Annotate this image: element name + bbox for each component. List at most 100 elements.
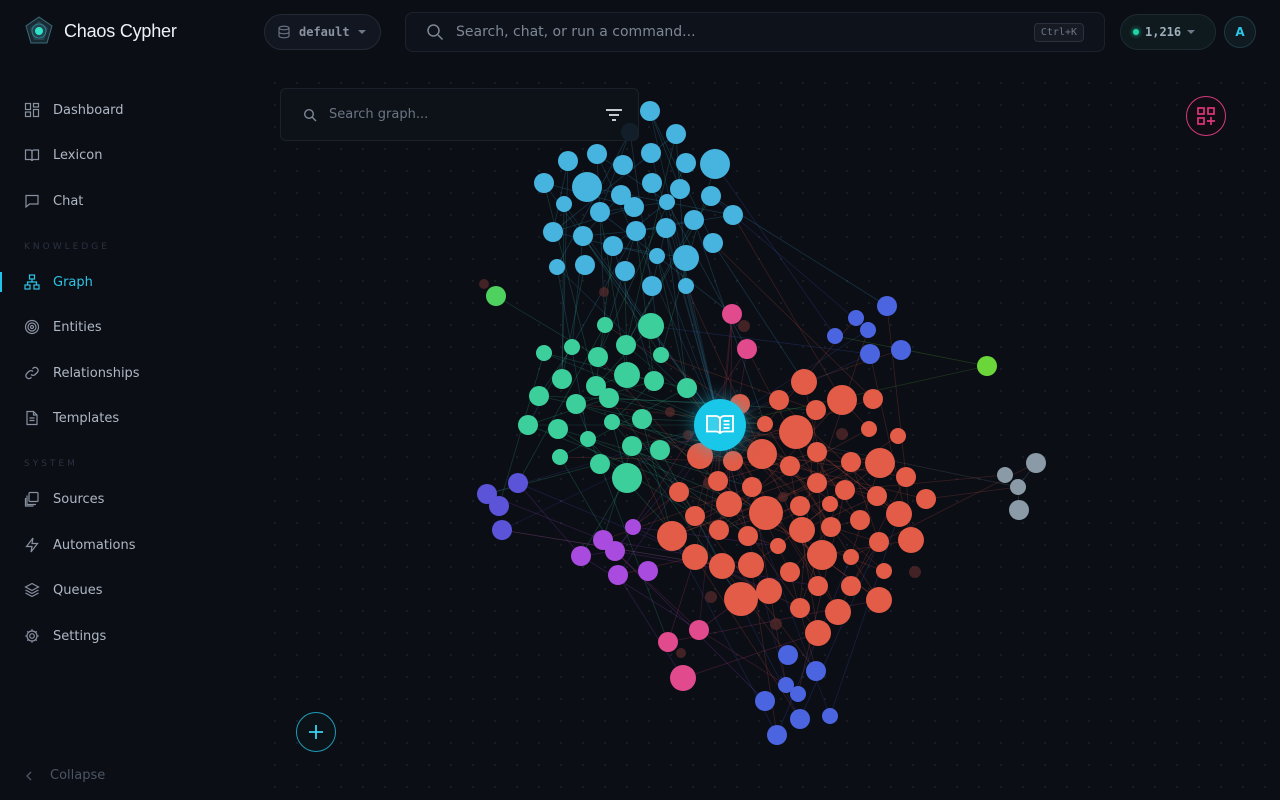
add-node-button[interactable] xyxy=(296,712,336,752)
graph-node[interactable] xyxy=(552,369,572,389)
graph-node[interactable] xyxy=(616,335,636,355)
graph-node[interactable] xyxy=(622,436,642,456)
graph-node[interactable] xyxy=(848,310,864,326)
graph-node[interactable] xyxy=(508,473,528,493)
graph-node[interactable] xyxy=(638,313,664,339)
graph-node[interactable] xyxy=(580,431,596,447)
graph-node[interactable] xyxy=(684,210,704,230)
graph-node[interactable] xyxy=(860,344,880,364)
graph-node[interactable] xyxy=(827,385,857,415)
graph-node[interactable] xyxy=(625,519,641,535)
graph-node[interactable] xyxy=(573,226,593,246)
graph-node[interactable] xyxy=(529,386,549,406)
graph-node[interactable] xyxy=(863,389,883,409)
graph-node[interactable] xyxy=(723,451,743,471)
graph-node[interactable] xyxy=(825,599,851,625)
graph-node[interactable] xyxy=(701,186,721,206)
graph-node[interactable] xyxy=(659,194,675,210)
graph-node[interactable] xyxy=(755,691,775,711)
graph-node[interactable] xyxy=(599,388,619,408)
graph-node[interactable] xyxy=(867,486,887,506)
graph-node[interactable] xyxy=(632,409,652,429)
graph-node[interactable] xyxy=(1009,500,1029,520)
graph-node[interactable] xyxy=(575,255,595,275)
graph-node[interactable] xyxy=(489,496,509,516)
graph-node[interactable] xyxy=(603,236,623,256)
graph-node[interactable] xyxy=(685,506,705,526)
graph-node[interactable] xyxy=(549,259,565,275)
graph-node[interactable] xyxy=(642,173,662,193)
graph-node[interactable] xyxy=(843,549,859,565)
graph-node[interactable] xyxy=(806,400,826,420)
graph-node[interactable] xyxy=(682,544,708,570)
graph-node[interactable] xyxy=(827,328,843,344)
graph-search-input[interactable] xyxy=(329,107,579,122)
graph-node[interactable] xyxy=(877,296,897,316)
graph-node[interactable] xyxy=(597,317,613,333)
graph-node[interactable] xyxy=(656,218,676,238)
graph-node[interactable] xyxy=(791,369,817,395)
graph-node[interactable] xyxy=(821,517,841,537)
graph-node[interactable] xyxy=(806,661,826,681)
graph-node[interactable] xyxy=(626,221,646,241)
graph-node[interactable] xyxy=(700,149,730,179)
graph-node[interactable] xyxy=(657,521,687,551)
graph-node[interactable] xyxy=(638,561,658,581)
graph-node[interactable] xyxy=(790,709,810,729)
graph-node[interactable] xyxy=(666,124,686,144)
graph-node[interactable] xyxy=(703,233,723,253)
graph-node[interactable] xyxy=(590,454,610,474)
graph-node[interactable] xyxy=(708,471,728,491)
graph-node[interactable] xyxy=(676,153,696,173)
graph-node[interactable] xyxy=(558,151,578,171)
graph-node[interactable] xyxy=(861,421,877,437)
graph-node[interactable] xyxy=(670,665,696,691)
graph-node[interactable] xyxy=(790,496,810,516)
graph-node[interactable] xyxy=(738,552,764,578)
graph-node[interactable] xyxy=(886,501,912,527)
graph-node[interactable] xyxy=(997,467,1013,483)
graph-node[interactable] xyxy=(709,553,735,579)
graph-node[interactable] xyxy=(757,416,773,432)
graph-node[interactable] xyxy=(673,245,699,271)
graph-node[interactable] xyxy=(658,632,678,652)
graph-node[interactable] xyxy=(977,356,997,376)
graph-node[interactable] xyxy=(556,196,572,212)
graph-node[interactable] xyxy=(1026,453,1046,473)
graph-node[interactable] xyxy=(767,725,787,745)
graph-node[interactable] xyxy=(747,439,777,469)
graph-node[interactable] xyxy=(486,286,506,306)
graph-node[interactable] xyxy=(518,415,538,435)
graph-node[interactable] xyxy=(869,532,889,552)
graph-node[interactable] xyxy=(898,527,924,553)
graph-node[interactable] xyxy=(841,452,861,472)
graph-node[interactable] xyxy=(876,563,892,579)
graph-node[interactable] xyxy=(642,276,662,296)
graph-node[interactable] xyxy=(749,496,783,530)
graph-node[interactable] xyxy=(808,576,828,596)
graph-node[interactable] xyxy=(552,449,568,465)
graph-node[interactable] xyxy=(571,546,591,566)
graph-node[interactable] xyxy=(737,339,757,359)
graph-node[interactable] xyxy=(789,517,815,543)
graph-node[interactable] xyxy=(891,340,911,360)
graph-node[interactable] xyxy=(566,394,586,414)
graph-node[interactable] xyxy=(780,562,800,582)
graph-node[interactable] xyxy=(590,202,610,222)
graph-node[interactable] xyxy=(716,491,742,517)
graph-node[interactable] xyxy=(624,197,644,217)
graph-node[interactable] xyxy=(605,541,625,561)
graph-node[interactable] xyxy=(492,520,512,540)
graph-node[interactable] xyxy=(572,172,602,202)
graph-node[interactable] xyxy=(536,345,552,361)
graph-node[interactable] xyxy=(614,362,640,388)
graph-node[interactable] xyxy=(724,582,758,616)
graph-node[interactable] xyxy=(780,456,800,476)
graph-node[interactable] xyxy=(649,248,665,264)
graph-network[interactable] xyxy=(0,0,1280,800)
graph-node[interactable] xyxy=(677,378,697,398)
graph-node[interactable] xyxy=(790,686,806,702)
graph-node[interactable] xyxy=(588,347,608,367)
graph-node[interactable] xyxy=(807,473,827,493)
graph-node[interactable] xyxy=(850,510,870,530)
